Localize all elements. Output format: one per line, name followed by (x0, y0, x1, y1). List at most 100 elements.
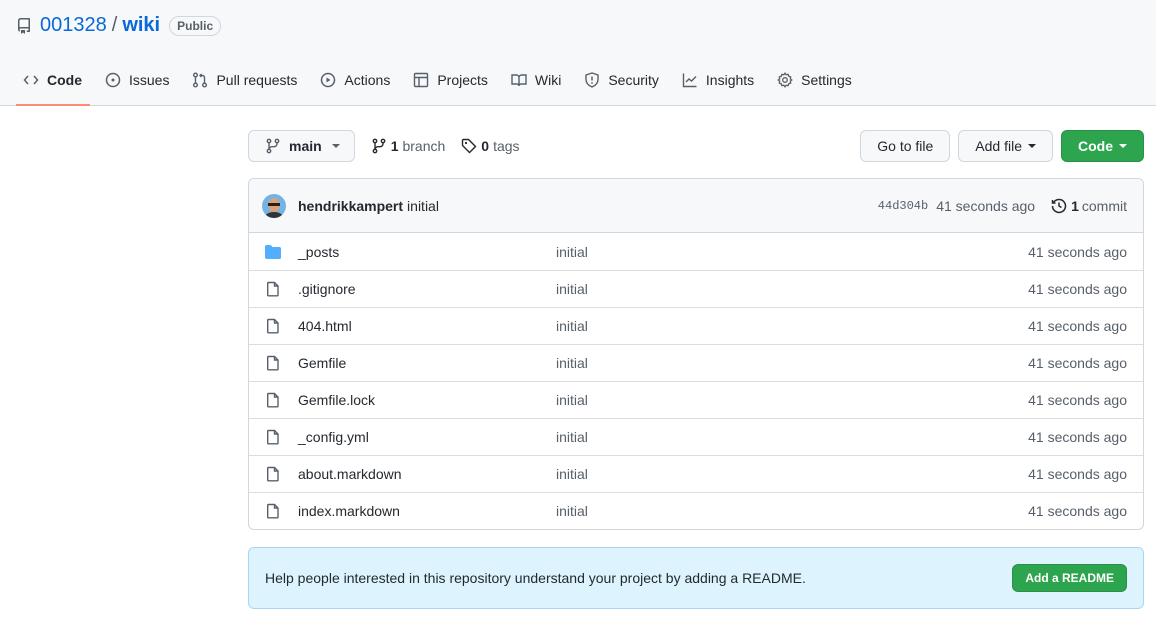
tab-code[interactable]: Code (16, 62, 90, 106)
file-commit-age: 41 seconds ago (1028, 466, 1127, 482)
branch-select-button[interactable]: main (248, 130, 355, 162)
tab-issues[interactable]: Issues (98, 62, 177, 106)
play-icon (320, 72, 336, 88)
file-commit-message[interactable]: initial (556, 466, 1028, 482)
repo-content: main 1 branch 0 tags Go to file Add file… (248, 130, 1144, 609)
avatar[interactable] (262, 193, 286, 218)
tab-label: Security (608, 72, 659, 88)
commit-message[interactable]: initial (407, 198, 439, 214)
file-row[interactable]: 404.html initial 41 seconds ago (249, 307, 1143, 344)
file-commit-message[interactable]: initial (556, 355, 1028, 371)
tab-actions[interactable]: Actions (313, 62, 398, 106)
file-icon (265, 392, 281, 408)
commit-count: 1 (1071, 197, 1079, 214)
tab-label: Settings (801, 72, 852, 88)
tab-label: Actions (344, 72, 391, 88)
add-file-label: Add file (975, 138, 1022, 154)
issue-icon (105, 72, 121, 88)
file-icon (265, 429, 281, 445)
file-commit-message[interactable]: initial (556, 244, 1028, 260)
file-icon (265, 355, 281, 371)
file-commit-age: 41 seconds ago (1028, 429, 1127, 445)
branches-link[interactable]: 1 branch (371, 138, 445, 154)
code-label: Code (1078, 138, 1113, 154)
file-commit-message[interactable]: initial (556, 429, 1028, 445)
tab-security[interactable]: Security (577, 62, 667, 106)
tab-label: Insights (705, 72, 755, 88)
file-row[interactable]: _config.yml initial 41 seconds ago (249, 418, 1143, 455)
file-name-link[interactable]: index.markdown (298, 503, 556, 519)
file-name-link[interactable]: Gemfile.lock (298, 392, 556, 408)
chevron-down-icon (331, 144, 340, 148)
add-readme-button[interactable]: Add a README (1012, 564, 1127, 592)
file-row[interactable]: index.markdown initial 41 seconds ago (249, 492, 1143, 529)
file-name-link[interactable]: _posts (298, 244, 556, 260)
repo-nav: Code Issues Pull requests Actions Projec… (16, 62, 868, 106)
code-icon (23, 72, 39, 88)
go-to-file-button[interactable]: Go to file (860, 130, 951, 162)
file-commit-age: 41 seconds ago (1028, 503, 1127, 519)
folder-icon (265, 244, 281, 260)
file-icon (265, 466, 281, 482)
book-icon (511, 72, 527, 88)
tab-label: Code (47, 72, 82, 88)
file-row[interactable]: Gemfile.lock initial 41 seconds ago (249, 381, 1143, 418)
shield-icon (584, 72, 600, 88)
file-commit-age: 41 seconds ago (1028, 392, 1127, 408)
file-commit-message[interactable]: initial (556, 281, 1028, 297)
tag-count: 0 (481, 138, 490, 154)
branch-icon (371, 138, 387, 154)
file-icon (265, 503, 281, 519)
commit-count-label: commit (1081, 197, 1127, 214)
repo-owner-link[interactable]: 001328 (40, 14, 107, 37)
file-name-link[interactable]: _config.yml (298, 429, 556, 445)
file-navigation: main 1 branch 0 tags Go to file Add file… (248, 130, 1144, 162)
gear-icon (777, 72, 794, 88)
tag-icon (461, 138, 477, 154)
repo-header: 001328 / wiki Public Code Issues Pull re… (0, 0, 1156, 106)
file-row[interactable]: .gitignore initial 41 seconds ago (249, 270, 1143, 307)
tab-insights[interactable]: Insights (675, 62, 762, 106)
chevron-down-icon (1119, 144, 1127, 148)
code-button[interactable]: Code (1061, 130, 1144, 162)
repo-title: 001328 / wiki Public (16, 14, 222, 37)
add-file-button[interactable]: Add file (958, 130, 1053, 162)
tag-label: tags (493, 138, 520, 154)
commit-history-link[interactable]: 1 commit (1051, 198, 1127, 214)
file-commit-message[interactable]: initial (556, 503, 1028, 519)
file-commit-age: 41 seconds ago (1028, 281, 1127, 297)
repo-icon (16, 17, 32, 34)
latest-commit: hendrikkampert initial 44d304b 41 second… (249, 179, 1143, 233)
file-name-link[interactable]: 404.html (298, 318, 556, 334)
repo-name-link[interactable]: wiki (122, 14, 160, 37)
tab-label: Issues (129, 72, 170, 88)
commit-sha[interactable]: 44d304b (878, 199, 928, 213)
file-row[interactable]: about.markdown initial 41 seconds ago (249, 455, 1143, 492)
file-icon (265, 281, 281, 297)
commit-time: 41 seconds ago (936, 197, 1036, 214)
file-row[interactable]: Gemfile initial 41 seconds ago (249, 344, 1143, 381)
graph-icon (682, 72, 698, 88)
visibility-badge: Public (169, 15, 222, 36)
tab-projects[interactable]: Projects (406, 62, 496, 106)
tab-pull-requests[interactable]: Pull requests (185, 62, 305, 106)
file-name-link[interactable]: .gitignore (298, 281, 556, 297)
commit-author[interactable]: hendrikkampert (298, 198, 403, 214)
file-name-link[interactable]: about.markdown (298, 466, 556, 482)
branch-name: main (289, 138, 322, 154)
pull-request-icon (192, 72, 208, 88)
tab-label: Projects (437, 72, 488, 88)
file-icon (265, 318, 281, 334)
file-commit-age: 41 seconds ago (1028, 355, 1127, 371)
file-commit-message[interactable]: initial (556, 392, 1028, 408)
tab-wiki[interactable]: Wiki (504, 62, 569, 106)
tab-settings[interactable]: Settings (770, 62, 860, 106)
branch-icon (265, 138, 281, 154)
tab-label: Pull requests (216, 72, 298, 88)
path-separator: / (111, 14, 118, 36)
tags-link[interactable]: 0 tags (461, 138, 520, 154)
readme-prompt: Help people interested in this repositor… (248, 547, 1144, 609)
file-commit-message[interactable]: initial (556, 318, 1028, 334)
file-row[interactable]: _posts initial 41 seconds ago (249, 233, 1143, 270)
file-name-link[interactable]: Gemfile (298, 355, 556, 371)
